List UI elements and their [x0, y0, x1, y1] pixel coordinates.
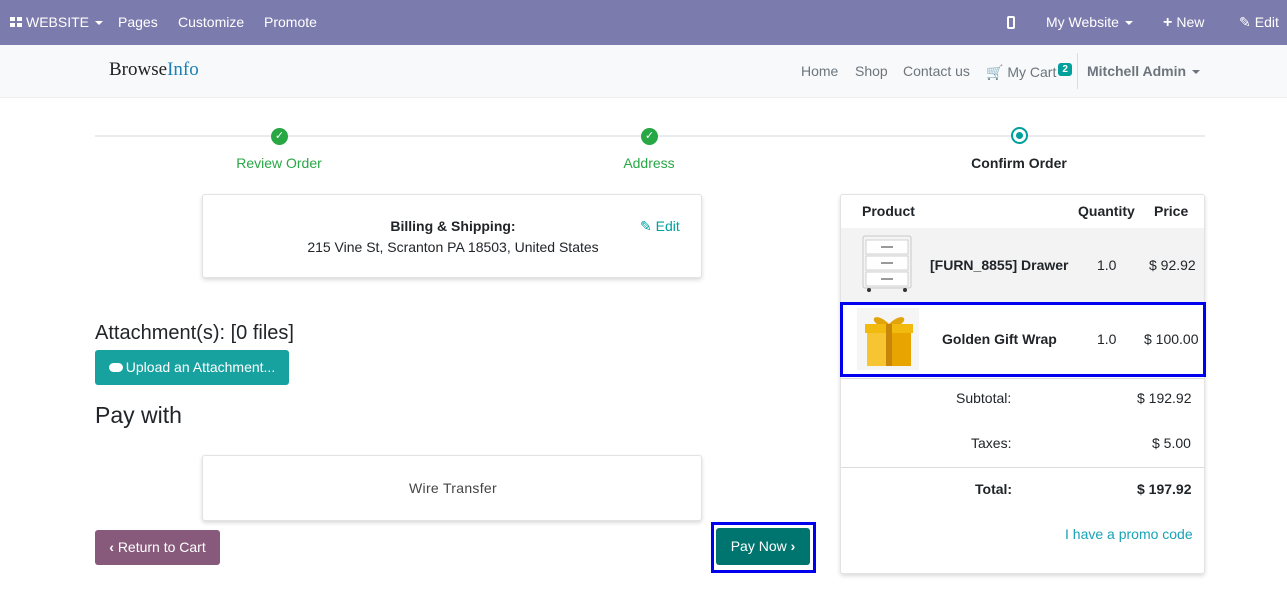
- user-menu[interactable]: Mitchell Admin: [1087, 63, 1201, 79]
- billing-address: 215 Vine St, Scranton PA 18503, United S…: [307, 239, 599, 255]
- nav-contact-us[interactable]: Contact us: [903, 63, 970, 79]
- return-to-cart-label: Return to Cart: [117, 539, 206, 555]
- website-menu[interactable]: WEBSITE: [10, 0, 104, 45]
- promo-code-link[interactable]: I have a promo code: [1065, 526, 1193, 542]
- drawer-product-image[interactable]: [857, 232, 919, 294]
- pencil-icon: ✎: [1239, 14, 1251, 30]
- cart-label: My Cart: [1007, 64, 1057, 80]
- line-price: $ 92.92: [1149, 257, 1196, 273]
- pay-now-label: Pay Now: [730, 538, 787, 554]
- upload-attachment-button[interactable]: Upload an Attachment...: [95, 350, 289, 385]
- cart-icon: 🛒: [986, 64, 1004, 80]
- cart-count-badge: 2: [1058, 63, 1072, 76]
- line-quantity: 1.0: [1097, 257, 1117, 273]
- billing-shipping-card: Billing & Shipping: 215 Vine St, Scranto…: [202, 194, 702, 278]
- nav-home[interactable]: Home: [801, 63, 838, 79]
- my-website-menu[interactable]: My Website: [1046, 0, 1133, 45]
- user-name: Mitchell Admin: [1087, 63, 1187, 79]
- pages-menu[interactable]: Pages: [118, 0, 158, 45]
- edit-page-label: Edit: [1254, 14, 1279, 30]
- brand-part1: Browse: [109, 59, 168, 80]
- billing-title: Billing & Shipping:: [390, 218, 516, 234]
- attachments-title: Attachment(s): [0 files]: [95, 322, 294, 344]
- nav-shop[interactable]: Shop: [855, 63, 888, 79]
- subtotal-label: Subtotal:: [956, 390, 1012, 406]
- header-price: Price: [1154, 203, 1189, 219]
- return-to-cart-button[interactable]: ‹ Return to Cart: [95, 530, 220, 565]
- summary-divider: [841, 378, 1204, 379]
- customize-menu[interactable]: Customize: [178, 0, 244, 45]
- pay-with-title: Pay with: [95, 402, 182, 428]
- payment-method-label: Wire Transfer: [409, 480, 497, 496]
- pay-now-button[interactable]: Pay Now ›: [716, 528, 810, 565]
- caret-down-icon: [1192, 70, 1201, 75]
- edit-address-link[interactable]: ✎ Edit: [640, 218, 680, 235]
- payment-method-card[interactable]: Wire Transfer: [202, 455, 702, 521]
- check-icon: ✓: [641, 128, 658, 145]
- nav-my-cart[interactable]: 🛒 My Cart 2: [986, 63, 1072, 81]
- caret-down-icon: [1124, 21, 1133, 26]
- promote-menu[interactable]: Promote: [264, 0, 317, 45]
- edit-page-button[interactable]: ✎ Edit: [1239, 0, 1279, 45]
- apps-grid-icon: [10, 17, 22, 28]
- website-menu-label: WEBSITE: [26, 14, 90, 30]
- step-review-order[interactable]: Review Order: [179, 155, 379, 171]
- mobile-phone-icon: [1007, 16, 1015, 29]
- nav-divider: [1077, 53, 1078, 89]
- summary-divider: [841, 467, 1204, 468]
- taxes-value: $ 5.00: [1152, 435, 1191, 451]
- order-summary-card: Product Quantity Price [FURN_8855] Drawe…: [840, 194, 1205, 574]
- header-product: Product: [862, 203, 915, 219]
- edit-icon: ✎: [640, 218, 652, 234]
- gift-wrap-highlight-frame: [840, 302, 1206, 377]
- admin-bar: WEBSITE Pages Customize Promote My Websi…: [0, 0, 1287, 45]
- brand-part2: Info: [167, 59, 199, 80]
- my-website-label: My Website: [1046, 14, 1119, 30]
- step-confirm-order: Confirm Order: [971, 155, 1067, 171]
- caret-down-icon: [95, 21, 104, 26]
- upload-attachment-label: Upload an Attachment...: [125, 359, 276, 375]
- new-label: New: [1176, 14, 1205, 30]
- chevron-left-icon: ‹: [109, 539, 114, 555]
- subtotal-value: $ 192.92: [1137, 390, 1192, 406]
- total-value: $ 197.92: [1137, 481, 1192, 497]
- edit-address-label: Edit: [655, 218, 680, 234]
- header-quantity: Quantity: [1078, 203, 1135, 219]
- cloud-upload-icon: [108, 363, 123, 372]
- brand-logo[interactable]: BrowseInfo: [109, 59, 199, 81]
- site-navbar: BrowseInfo Home Shop Contact us 🛒 My Car…: [0, 45, 1287, 98]
- current-step-icon: [1011, 127, 1028, 144]
- mobile-preview-button[interactable]: [1007, 0, 1015, 45]
- check-icon: ✓: [271, 128, 288, 145]
- step-address[interactable]: Address: [549, 155, 749, 171]
- plus-icon: +: [1163, 14, 1173, 31]
- taxes-label: Taxes:: [971, 435, 1012, 451]
- line-product-name[interactable]: [FURN_8855] Drawer: [930, 257, 1069, 273]
- new-button[interactable]: + New: [1163, 0, 1204, 45]
- chevron-right-icon: ›: [790, 538, 796, 554]
- total-label: Total:: [975, 481, 1013, 497]
